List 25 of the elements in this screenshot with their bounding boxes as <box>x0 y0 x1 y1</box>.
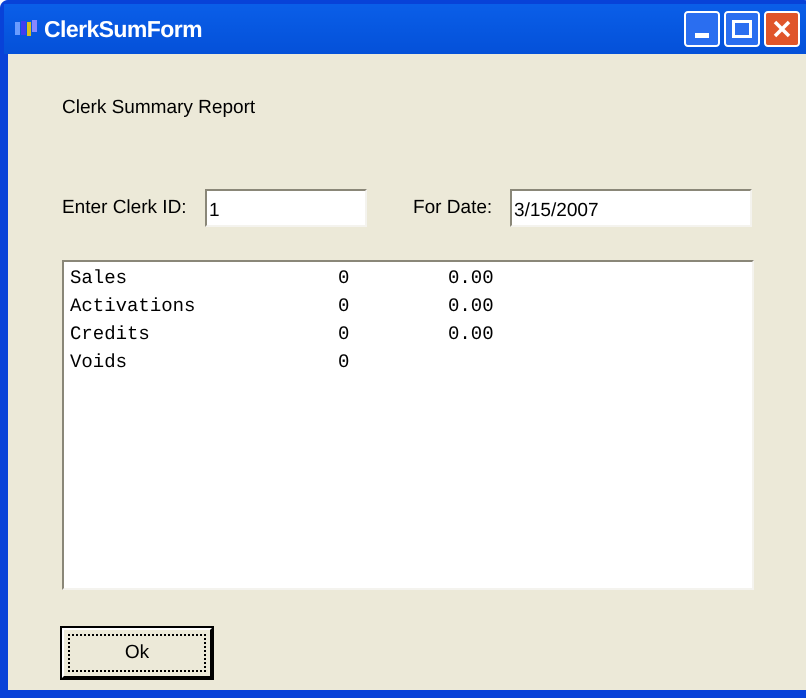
close-button[interactable] <box>764 11 800 47</box>
row-count: 0 <box>338 266 350 291</box>
app-icon <box>14 19 38 39</box>
row-amount: 0.00 <box>448 266 494 291</box>
row-amount: 0.00 <box>448 294 494 319</box>
clerk-id-label: Enter Clerk ID: <box>62 196 188 220</box>
maximize-icon <box>732 20 752 38</box>
window-title: ClerkSumForm <box>44 14 202 44</box>
row-amount: 0.00 <box>448 322 494 347</box>
minimize-button[interactable] <box>684 11 720 47</box>
ok-button[interactable]: Ok <box>62 628 212 678</box>
minimize-icon <box>695 33 709 38</box>
close-icon <box>772 19 792 39</box>
for-date-label: For Date: <box>413 196 494 220</box>
maximize-button[interactable] <box>724 11 760 47</box>
row-count: 0 <box>338 350 350 375</box>
row-count: 0 <box>338 294 350 319</box>
row-label: Sales <box>70 266 128 291</box>
row-label: Voids <box>70 350 128 375</box>
row-count: 0 <box>338 322 350 347</box>
clerk-id-field[interactable]: 1 <box>205 189 367 227</box>
report-heading: Clerk Summary Report <box>62 96 256 118</box>
row-label: Credits <box>70 322 151 347</box>
row-label: Activations <box>70 294 196 319</box>
for-date-field[interactable]: 3/15/2007 <box>510 189 752 227</box>
